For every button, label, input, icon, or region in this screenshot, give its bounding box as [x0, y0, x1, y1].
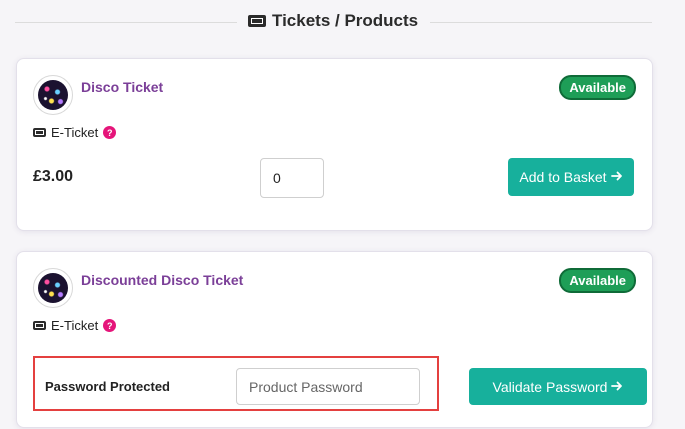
product-price: £3.00	[33, 168, 74, 185]
product-avatar	[33, 75, 73, 115]
ticket-icon	[33, 321, 46, 330]
validate-password-label: Validate Password	[492, 378, 608, 395]
add-to-basket-label: Add to Basket	[519, 169, 607, 185]
ticket-icon	[248, 15, 266, 27]
ticket-type-label: E-Ticket	[51, 318, 99, 333]
disco-ball-image	[38, 80, 68, 110]
status-badge: Available	[559, 75, 636, 100]
section-title: Tickets / Products	[248, 11, 418, 31]
product-avatar	[33, 268, 73, 308]
ticket-type-label: E-Ticket	[51, 125, 99, 140]
password-protected-label: Password Protected	[45, 379, 170, 394]
help-icon[interactable]: ?	[103, 319, 117, 332]
product-password-input[interactable]	[236, 368, 420, 405]
arrow-right-icon	[610, 169, 623, 185]
product-name: Disco Ticket	[81, 79, 164, 95]
ticket-icon	[33, 128, 46, 137]
section-title-text: Tickets / Products	[272, 11, 419, 30]
arrow-right-icon	[611, 379, 623, 395]
divider	[15, 22, 237, 23]
product-name: Discounted Disco Ticket	[81, 272, 244, 288]
divider	[430, 22, 652, 23]
validate-password-button[interactable]: Validate Password	[469, 368, 647, 405]
product-card-disco-ticket: Disco Ticket Available E-Ticket ? £3.00 …	[16, 58, 653, 231]
quantity-input[interactable]	[260, 158, 324, 198]
help-icon[interactable]: ?	[103, 126, 117, 139]
add-to-basket-button[interactable]: Add to Basket	[508, 158, 634, 196]
product-card-discounted-disco-ticket: Discounted Disco Ticket Available E-Tick…	[16, 251, 653, 428]
ticket-type: E-Ticket ?	[33, 318, 117, 333]
status-badge: Available	[559, 268, 636, 293]
section-header: Tickets / Products	[0, 0, 685, 46]
ticket-type: E-Ticket ?	[33, 125, 117, 140]
disco-ball-image	[38, 273, 68, 303]
